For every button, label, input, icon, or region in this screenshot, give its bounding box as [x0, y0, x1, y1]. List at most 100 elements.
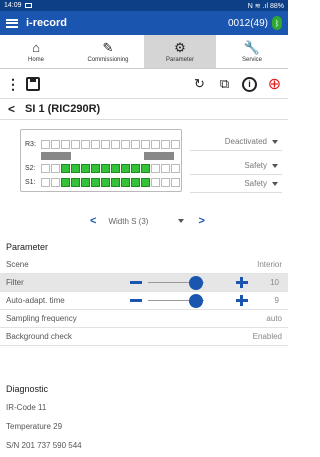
s1-mode-value: Safety: [244, 179, 267, 188]
grid-cell[interactable]: [151, 164, 160, 173]
blocked-zone-left: [41, 152, 71, 160]
grid-cell-active[interactable]: [131, 178, 140, 187]
grid-cell[interactable]: [161, 164, 170, 173]
grid-cell-active[interactable]: [61, 178, 70, 187]
increase-icon[interactable]: [240, 277, 243, 288]
decrease-icon[interactable]: [130, 299, 142, 302]
param-label: Sampling frequency: [6, 314, 77, 323]
refresh-icon[interactable]: ↻: [192, 76, 207, 92]
back-chevron-icon[interactable]: <: [8, 102, 15, 116]
next-width-icon[interactable]: >: [198, 215, 204, 227]
param-value: auto: [266, 314, 282, 323]
gear-icon: ⚙: [174, 39, 186, 55]
grid-cell-active[interactable]: [101, 164, 110, 173]
grid-cell[interactable]: [161, 140, 170, 149]
grid-row-label: R3:: [25, 141, 36, 148]
grid-cell[interactable]: [41, 178, 50, 187]
grid-cell[interactable]: [171, 164, 180, 173]
help-lifebuoy-icon[interactable]: ⊕: [267, 76, 282, 93]
grid-cell[interactable]: [61, 140, 70, 149]
grid-cell-active[interactable]: [91, 178, 100, 187]
width-value[interactable]: Width S (3): [108, 217, 178, 226]
grid-cell[interactable]: [41, 140, 50, 149]
grid-cell[interactable]: [151, 140, 160, 149]
grid-cell-active[interactable]: [71, 164, 80, 173]
grid-cell[interactable]: [131, 140, 140, 149]
tab-commissioning[interactable]: ✎ Commissioning: [72, 35, 144, 68]
grid-cell-active[interactable]: [121, 164, 130, 173]
grid-cell-active[interactable]: [91, 164, 100, 173]
grid-cell-active[interactable]: [71, 178, 80, 187]
s1-mode-dropdown[interactable]: Safety: [244, 179, 278, 188]
grid-cell-active[interactable]: [61, 164, 70, 173]
s2-mode-dropdown[interactable]: Safety: [244, 161, 278, 170]
r3-mode-dropdown[interactable]: Deactivated: [225, 137, 278, 146]
compare-icon[interactable]: ⧉: [217, 76, 232, 92]
prev-width-icon[interactable]: <: [90, 215, 96, 227]
chevron-down-icon: [272, 163, 278, 168]
grid-cell[interactable]: [101, 140, 110, 149]
grid-cell[interactable]: [51, 178, 60, 187]
grid-cell-active[interactable]: [111, 178, 120, 187]
menu-icon[interactable]: [6, 18, 18, 28]
info-icon[interactable]: i: [242, 76, 257, 92]
bluetooth-icon[interactable]: ᛒ: [272, 16, 282, 30]
grid-cell-active[interactable]: [131, 164, 140, 173]
filter-slider[interactable]: 10: [130, 274, 279, 292]
param-row-background-check[interactable]: Background check Enabled: [0, 328, 288, 346]
auto-adapt-slider[interactable]: 9: [130, 292, 279, 310]
grid-cell-active[interactable]: [81, 164, 90, 173]
grid-cell[interactable]: [171, 178, 180, 187]
grid-row-s2: S2:: [25, 164, 181, 173]
param-label: Background check: [6, 332, 72, 341]
grid-cell-active[interactable]: [141, 164, 150, 173]
grid-cell-active[interactable]: [81, 178, 90, 187]
app-bar: i-record 0012(49) ᛒ: [0, 11, 288, 35]
status-icons: N ≋ .ıl 88%: [247, 2, 284, 10]
param-label: Scene: [6, 260, 29, 269]
status-bar: 14:09 N ≋ .ıl 88%: [0, 0, 288, 11]
decrease-icon[interactable]: [130, 281, 142, 284]
grid-cell[interactable]: [151, 178, 160, 187]
more-vert-icon[interactable]: ⋮: [6, 76, 20, 93]
blocked-zone-right: [144, 152, 174, 160]
grid-cell[interactable]: [51, 164, 60, 173]
chevron-down-icon[interactable]: [178, 219, 185, 223]
slider-knob[interactable]: [188, 276, 203, 290]
increase-icon[interactable]: [240, 295, 243, 306]
tab-label: Parameter: [165, 56, 194, 63]
auto-adapt-value: 9: [274, 296, 279, 305]
home-icon: ⌂: [32, 39, 40, 55]
filter-value: 10: [270, 278, 279, 287]
width-selector: < Width S (3) >: [90, 214, 220, 228]
grid-cell-active[interactable]: [111, 164, 120, 173]
divider: [190, 192, 282, 193]
status-time: 14:09: [4, 2, 22, 9]
tab-home[interactable]: ⌂ Home: [0, 35, 72, 68]
device-id: 0012(49): [227, 17, 268, 29]
toolbar: ⋮ ↻ ⧉ i ⊕: [0, 72, 288, 96]
grid-cell[interactable]: [161, 178, 170, 187]
grid-cell[interactable]: [81, 140, 90, 149]
grid-cell[interactable]: [41, 164, 50, 173]
grid-cell[interactable]: [121, 140, 130, 149]
sensor-grid: R3: S2: S1:: [20, 129, 182, 192]
app-title: i-record: [26, 17, 67, 29]
param-row-sampling[interactable]: Sampling frequency auto: [0, 310, 288, 328]
grid-cell[interactable]: [71, 140, 80, 149]
grid-cell[interactable]: [111, 140, 120, 149]
wrench-icon: 🔧: [243, 39, 261, 55]
grid-cell[interactable]: [51, 140, 60, 149]
param-label: Auto-adapt. time: [6, 296, 65, 305]
grid-cell[interactable]: [171, 140, 180, 149]
param-row-scene[interactable]: Scene Interior: [0, 256, 288, 274]
grid-cell-active[interactable]: [141, 178, 150, 187]
grid-cell[interactable]: [141, 140, 150, 149]
save-icon[interactable]: [26, 77, 40, 91]
slider-knob[interactable]: [188, 294, 203, 308]
grid-cell-active[interactable]: [101, 178, 110, 187]
grid-cell[interactable]: [91, 140, 100, 149]
grid-cell-active[interactable]: [121, 178, 130, 187]
tab-service[interactable]: 🔧 Service: [216, 35, 288, 68]
tab-parameter[interactable]: ⚙ Parameter: [144, 35, 216, 68]
